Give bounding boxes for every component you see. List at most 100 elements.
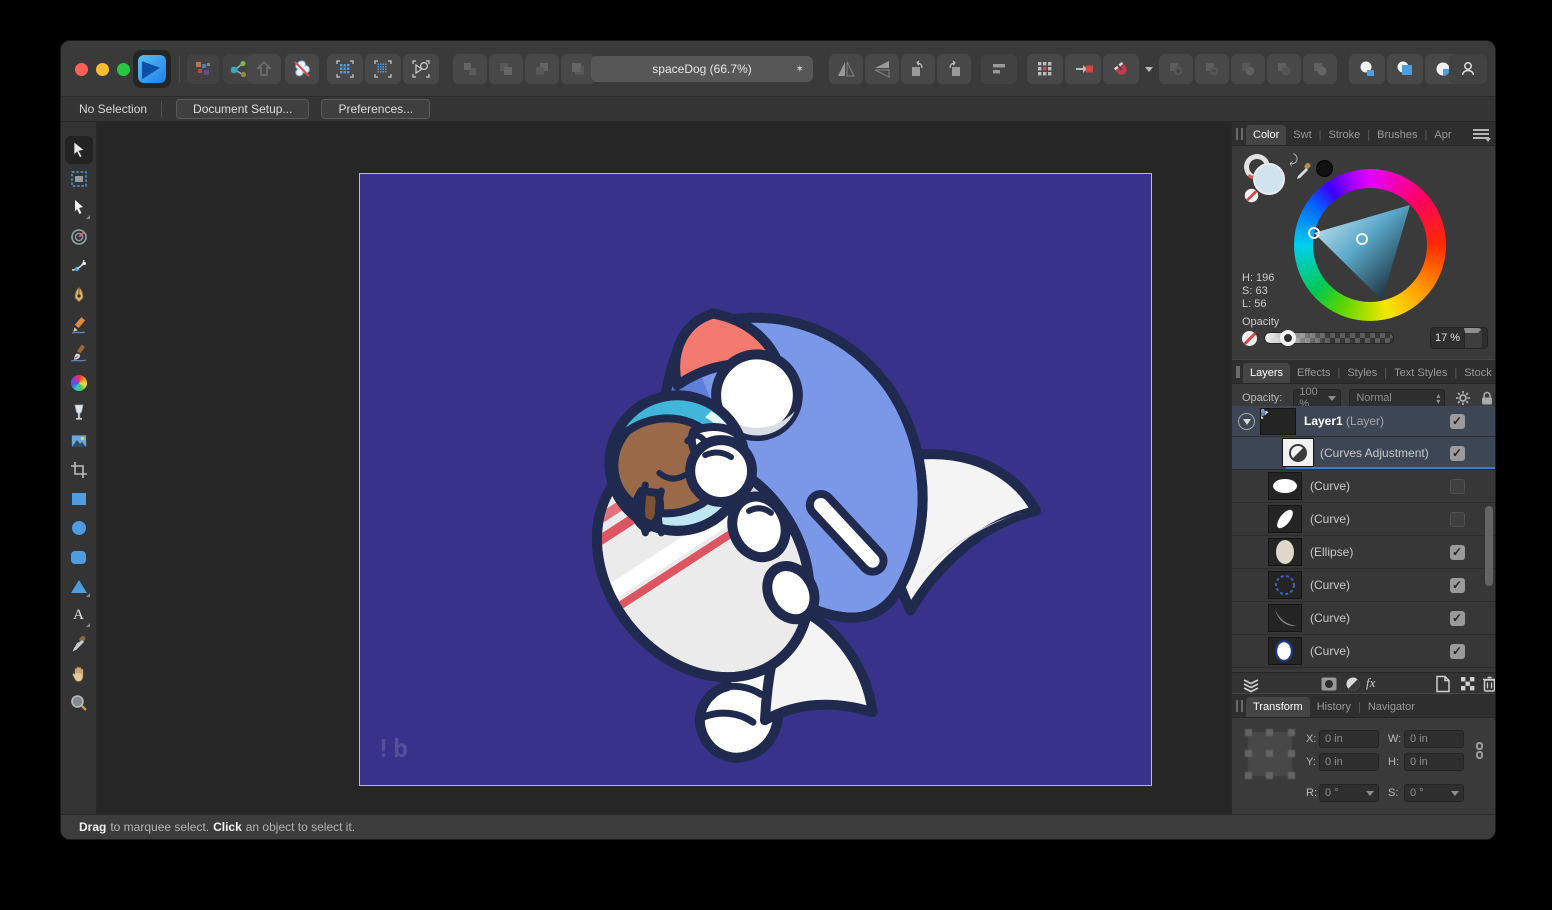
layer-thumbnail[interactable] — [1268, 604, 1302, 632]
layer-thumbnail[interactable] — [1282, 438, 1314, 467]
expand-collapse-icon[interactable] — [1238, 413, 1255, 430]
tab-stock[interactable]: Stock — [1457, 363, 1495, 383]
document-setup-button[interactable]: Document Setup... — [176, 99, 309, 119]
layers-opacity-dropdown[interactable]: 100 % — [1293, 389, 1341, 408]
layer-thumbnail[interactable] — [1268, 505, 1302, 533]
tab-navigator[interactable]: Navigator — [1361, 697, 1422, 717]
close-window-button[interactable] — [75, 63, 88, 76]
layer-row-curves-adjustment[interactable]: (Curves Adjustment) — [1232, 437, 1495, 470]
tab-transform[interactable]: Transform — [1246, 697, 1310, 717]
tab-stroke[interactable]: Stroke — [1322, 125, 1368, 145]
rotate-ccw-button[interactable] — [901, 54, 935, 84]
minimize-window-button[interactable] — [96, 63, 109, 76]
tool-fill[interactable] — [65, 369, 93, 397]
flip-horizontal-button[interactable] — [865, 54, 899, 84]
opacity-none-icon[interactable] — [1242, 331, 1257, 346]
tab-text-styles[interactable]: Text Styles — [1387, 363, 1454, 383]
alignment-button[interactable] — [981, 54, 1017, 84]
rotation-field[interactable]: 0 ° — [1319, 784, 1379, 802]
snap-shapes-button[interactable] — [403, 54, 439, 84]
tool-rounded-rectangle[interactable] — [65, 543, 93, 571]
layer-row-layer1[interactable]: Layer1 (Layer) — [1232, 406, 1495, 437]
layer-effects-icon[interactable]: fx — [1366, 675, 1375, 691]
panel-menu-icon[interactable] — [1473, 129, 1489, 140]
color-triangle[interactable] — [1294, 169, 1446, 321]
pixel-persona-button[interactable] — [187, 54, 219, 84]
panel-grip-icon[interactable] — [1236, 128, 1243, 140]
tool-triangle[interactable] — [65, 572, 93, 600]
mask-layer-icon[interactable] — [1320, 675, 1338, 693]
layer-visibility-checkbox[interactable] — [1450, 611, 1465, 626]
tab-brushes[interactable]: Brushes — [1370, 125, 1424, 145]
tool-node[interactable] — [65, 194, 93, 222]
tool-point-transform[interactable] — [65, 223, 93, 251]
tool-vector-brush[interactable] — [65, 340, 93, 368]
insert-behind-button[interactable] — [1349, 54, 1385, 84]
snapping-button[interactable] — [1103, 54, 1139, 84]
link-dimensions-icon[interactable] — [1476, 742, 1484, 762]
layer-thumbnail[interactable] — [1268, 538, 1302, 566]
new-layer-icon[interactable] — [1435, 675, 1451, 693]
arrange-forward-button[interactable] — [453, 54, 487, 84]
layer-visibility-checkbox[interactable] — [1450, 414, 1465, 429]
tool-pen[interactable] — [65, 281, 93, 309]
boolean-divide-button[interactable] — [1267, 54, 1301, 84]
preferences-button[interactable]: Preferences... — [321, 99, 430, 119]
no-color-icon[interactable] — [1245, 189, 1259, 203]
account-button[interactable] — [1449, 54, 1487, 84]
tab-swatches[interactable]: Swt — [1286, 125, 1318, 145]
lock-icon[interactable] — [1480, 391, 1494, 406]
delete-layer-icon[interactable] — [1482, 675, 1495, 693]
opacity-slider[interactable] — [1264, 332, 1394, 344]
tool-vector-crop[interactable] — [65, 456, 93, 484]
tool-move[interactable] — [65, 136, 93, 164]
layer-visibility-checkbox[interactable] — [1450, 512, 1465, 527]
new-pattern-layer-icon[interactable] — [1459, 675, 1477, 693]
snap-grid-button[interactable] — [327, 54, 363, 84]
show-grid-button[interactable] — [1027, 54, 1063, 84]
tool-view[interactable] — [65, 660, 93, 688]
tool-ellipse[interactable] — [65, 514, 93, 542]
tool-pencil[interactable] — [65, 311, 93, 339]
document-title[interactable]: spaceDog (66.7%) ✶ — [591, 56, 813, 82]
move-to-grid-button[interactable] — [1065, 54, 1101, 84]
arrow-shape-button[interactable] — [247, 54, 281, 84]
flower-shape-button[interactable] — [285, 54, 319, 84]
adjustment-layer-icon[interactable] — [1344, 675, 1362, 693]
layer-thumbnail[interactable] — [1268, 472, 1302, 500]
layer-visibility-checkbox[interactable] — [1450, 479, 1465, 494]
tab-styles[interactable]: Styles — [1340, 363, 1384, 383]
layer-visibility-checkbox[interactable] — [1450, 446, 1465, 461]
layer-visibility-checkbox[interactable] — [1450, 545, 1465, 560]
snapping-dropdown[interactable] — [1141, 54, 1157, 84]
boolean-add-button[interactable] — [1159, 54, 1193, 84]
boolean-subtract-button[interactable] — [1195, 54, 1229, 84]
x-field[interactable]: 0 in — [1319, 730, 1379, 748]
layer-row-curve[interactable]: (Curve) — [1232, 503, 1495, 536]
tool-rectangle[interactable] — [65, 485, 93, 513]
shear-field[interactable]: 0 ° — [1404, 784, 1464, 802]
zoom-window-button[interactable] — [117, 63, 130, 76]
layers-scrollbar[interactable] — [1485, 506, 1493, 586]
layer-thumbnail[interactable] — [1260, 408, 1296, 435]
tool-zoom[interactable] — [65, 689, 93, 717]
spacedog-illustration[interactable] — [360, 174, 1151, 785]
blend-mode-dropdown[interactable]: Normal▴▾ — [1349, 389, 1445, 408]
layer-thumbnail[interactable] — [1268, 637, 1302, 665]
tab-color[interactable]: Color — [1246, 125, 1286, 145]
opacity-slider-knob[interactable] — [1280, 330, 1296, 346]
insert-top-button[interactable] — [1387, 54, 1423, 84]
layer-visibility-checkbox[interactable] — [1450, 644, 1465, 659]
artboard[interactable]: !b — [359, 173, 1152, 786]
tool-artboard[interactable] — [65, 165, 93, 193]
layer-thumbnail[interactable] — [1268, 571, 1302, 599]
tool-colour-picker[interactable] — [65, 631, 93, 659]
rotate-cw-button[interactable] — [937, 54, 971, 84]
designer-persona-button[interactable] — [133, 50, 171, 88]
panel-grip-icon[interactable] — [1236, 700, 1243, 712]
canvas-viewport[interactable]: !b — [97, 122, 1233, 816]
tab-effects[interactable]: Effects — [1290, 363, 1337, 383]
layer-row-curve[interactable]: (Curve) — [1232, 569, 1495, 602]
layer-row-curve[interactable]: (Curve) — [1232, 602, 1495, 635]
tab-appearance[interactable]: Apr — [1427, 125, 1458, 145]
